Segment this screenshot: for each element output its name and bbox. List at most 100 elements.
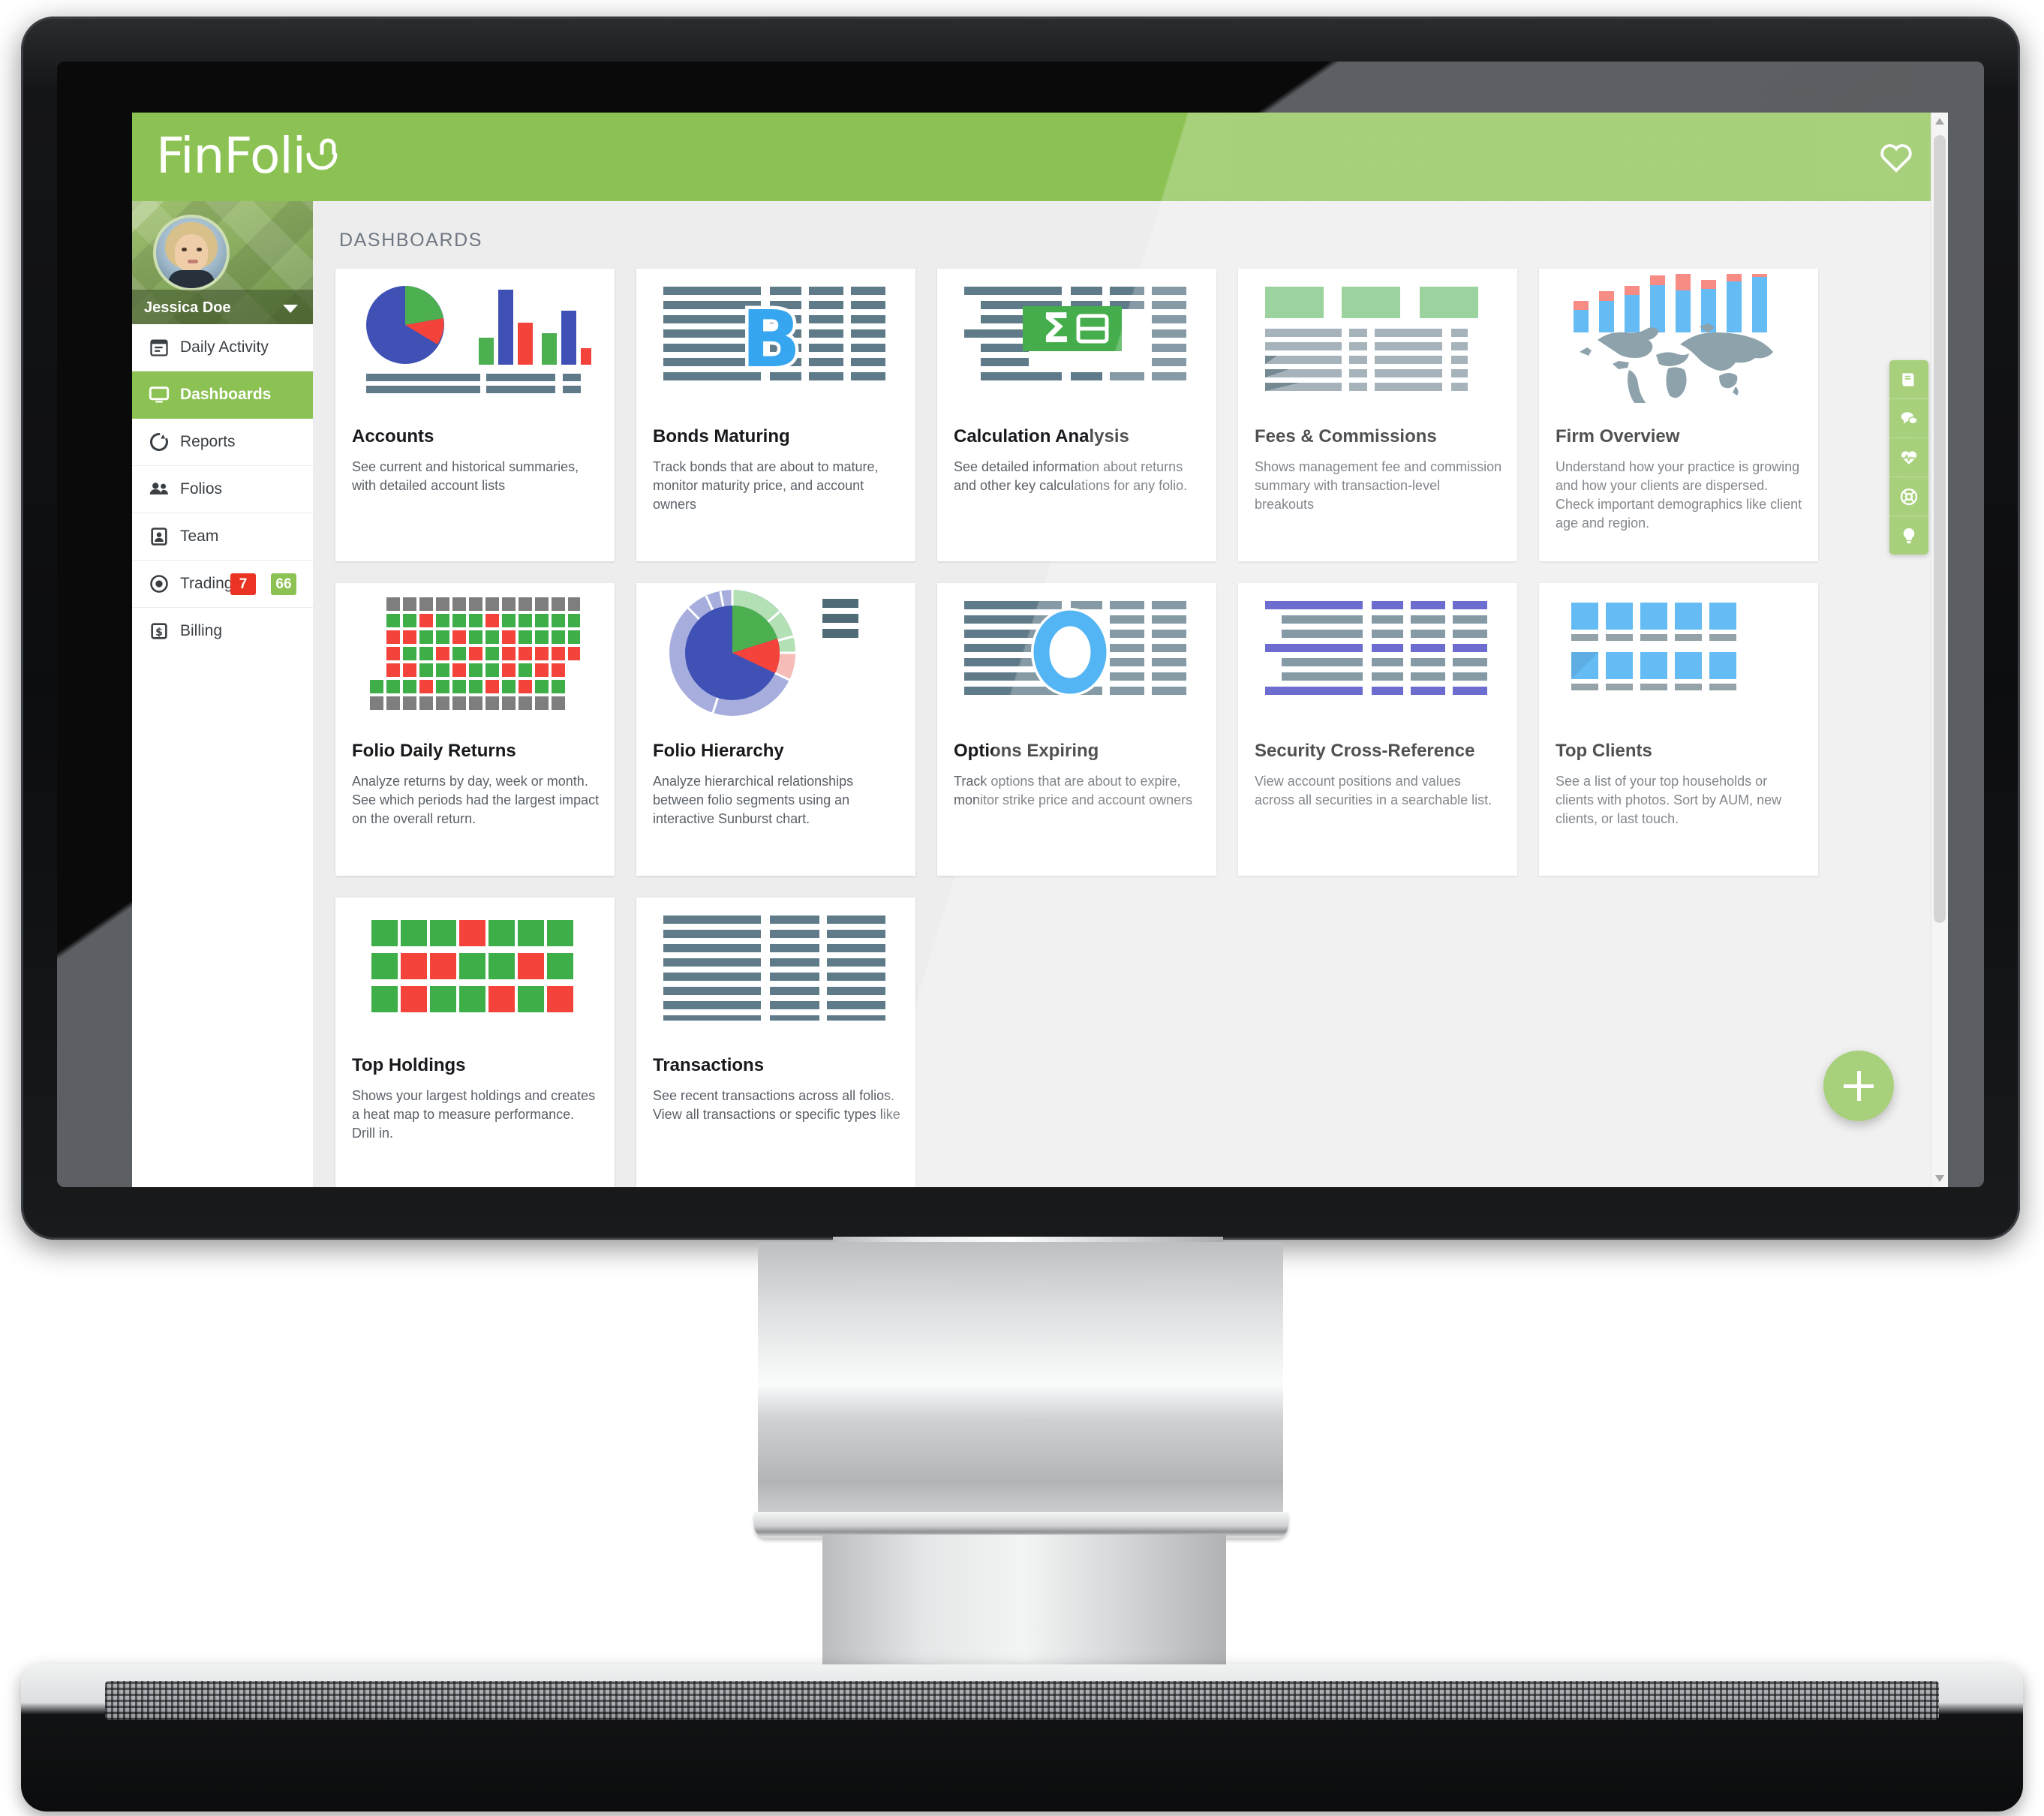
book-icon[interactable] xyxy=(1889,360,1928,399)
sidebar-item-daily-activity[interactable]: Daily Activity xyxy=(132,324,313,371)
dashboard-card-top-holdings[interactable]: Top Holdings Shows your largest holdings… xyxy=(335,897,615,1187)
dashboard-card-folio-daily-returns[interactable]: Folio Daily Returns Analyze returns by d… xyxy=(335,583,615,876)
sidebar-item-dashboards[interactable]: Dashboards xyxy=(132,371,313,419)
scroll-up-arrow-icon[interactable] xyxy=(1935,118,1944,125)
heart-icon[interactable] xyxy=(1879,141,1913,173)
card-art-green-blocks-table xyxy=(1238,269,1517,408)
card-art-table-letter-o xyxy=(937,583,1216,723)
card-title: Top Holdings xyxy=(352,1055,466,1075)
sidebar-item-label: Billing xyxy=(180,622,223,639)
dashboard-card-firm-overview[interactable]: Firm Overview Understand how your practi… xyxy=(1539,269,1818,561)
chevron-down-icon[interactable] xyxy=(283,305,298,313)
bar-chart xyxy=(479,290,591,365)
profile-panel[interactable]: Jessica Doe xyxy=(132,201,313,324)
card-title: Folio Daily Returns xyxy=(352,741,516,761)
sidebar-item-trading[interactable]: Trading 7 66 xyxy=(132,561,313,608)
world-map xyxy=(1580,323,1773,403)
legend-bars xyxy=(822,599,858,638)
profile-name: Jessica Doe xyxy=(144,299,231,316)
card-description: Track options that are about to expire, … xyxy=(954,774,1193,807)
donut-chart-icon xyxy=(149,431,180,453)
heartbeat-icon[interactable] xyxy=(1889,438,1928,477)
card-title: Options Expiring xyxy=(954,741,1099,761)
card-title: Security Cross-Reference xyxy=(1255,741,1475,761)
monitor-frame: FinFoli Jessica Doe Daily Activity Dashb… xyxy=(21,17,2020,1240)
sidebar-item-folios[interactable]: Folios xyxy=(132,466,313,513)
vertical-scrollbar[interactable] xyxy=(1931,113,1948,1187)
card-title: Transactions xyxy=(653,1055,765,1075)
card-description: Analyze hierarchical relationships betwe… xyxy=(653,774,854,826)
status-badge-trades[interactable]: 66 xyxy=(271,573,296,595)
sunburst-chart xyxy=(669,590,796,716)
brand-lock-o-icon xyxy=(305,131,338,182)
card-art-holdings-grid xyxy=(335,897,615,1037)
brand-name-text: FinFoli xyxy=(156,127,306,185)
summary-blocks xyxy=(1265,287,1478,318)
dashboard-card-grid: Accounts See current and historical summ… xyxy=(335,269,1866,1187)
card-description: See recent transactions across all folio… xyxy=(653,1088,900,1122)
card-description: View account positions and values across… xyxy=(1255,774,1492,807)
card-title: Fees & Commissions xyxy=(1255,426,1437,446)
monitor-stand-body xyxy=(758,1242,1283,1527)
svg-text:B: B xyxy=(741,293,801,385)
card-description: Analyze returns by day, week or month. S… xyxy=(352,774,600,826)
card-description: Shows management fee and commission summ… xyxy=(1255,459,1502,512)
scroll-down-arrow-icon[interactable] xyxy=(1935,1175,1944,1182)
card-art-bars-and-worldmap xyxy=(1539,269,1818,408)
dashboard-card-calculation-analysis[interactable]: Σ Calculation Analysis See detailed info… xyxy=(937,269,1216,561)
monitor-stand-foot xyxy=(822,1535,1226,1673)
card-art-plain-table xyxy=(636,897,915,1037)
scrollbar-thumb[interactable] xyxy=(1934,135,1946,923)
card-title: Accounts xyxy=(352,426,434,446)
dashboard-card-bonds-maturing[interactable]: B Bonds Maturing Track bonds that are ab… xyxy=(636,269,915,561)
add-dashboard-button[interactable] xyxy=(1823,1051,1894,1121)
profile-name-bar[interactable]: Jessica Doe xyxy=(132,290,313,324)
brand-logo[interactable]: FinFoli xyxy=(156,131,338,182)
target-icon xyxy=(149,573,180,595)
sidebar-item-label: Dashboards xyxy=(180,386,272,403)
dashboard-card-security-cross-reference[interactable]: Security Cross-Reference View account po… xyxy=(1238,583,1517,876)
sidebar-item-label: Trading xyxy=(180,575,233,592)
screen: FinFoli Jessica Doe Daily Activity Dashb… xyxy=(132,113,1948,1187)
card-art-table-letter-b: B xyxy=(636,269,915,408)
card-art-pie-and-bars xyxy=(335,269,615,408)
dollar-box-icon: $ xyxy=(149,620,180,642)
svg-text:$: $ xyxy=(155,627,163,639)
card-description: Shows your largest holdings and creates … xyxy=(352,1088,596,1141)
dashboard-card-folio-hierarchy[interactable]: Folio Hierarchy Analyze hierarchical rel… xyxy=(636,583,915,876)
card-title: Calculation Analysis xyxy=(954,426,1129,446)
stacked-bar-chart xyxy=(1574,274,1767,332)
monitor-icon xyxy=(149,383,180,406)
sidebar-item-label: Reports xyxy=(180,433,236,450)
lightbulb-icon[interactable] xyxy=(1889,516,1928,555)
status-badge-alerts[interactable]: 7 xyxy=(230,573,256,595)
sidebar-item-reports[interactable]: Reports xyxy=(132,419,313,466)
card-description: Track bonds that are about to mature, mo… xyxy=(653,459,879,512)
calendar-icon xyxy=(149,336,180,359)
card-title: Bonds Maturing xyxy=(653,426,790,446)
dashboard-card-transactions[interactable]: Transactions See recent transactions acr… xyxy=(636,897,915,1187)
sidebar-item-billing[interactable]: $ Billing xyxy=(132,608,313,654)
card-description: See a list of your top households or cli… xyxy=(1556,774,1782,826)
card-description: See current and historical summaries, wi… xyxy=(352,459,579,493)
table-lines xyxy=(366,374,581,393)
sidebar-item-label: Team xyxy=(180,528,219,545)
sidebar-item-label: Folios xyxy=(180,480,223,498)
lifebuoy-icon[interactable] xyxy=(1889,477,1928,516)
avatar[interactable] xyxy=(153,215,230,291)
svg-text:Σ: Σ xyxy=(1042,305,1070,352)
card-art-sunburst xyxy=(636,583,915,723)
sidebar-item-team[interactable]: Team xyxy=(132,513,313,561)
chat-icon[interactable] xyxy=(1889,399,1928,438)
contact-card-icon xyxy=(149,525,180,548)
heatmap-cells xyxy=(370,597,580,710)
keyboard-grill xyxy=(105,1681,1939,1720)
dashboard-card-fees-commissions[interactable]: Fees & Commissions Shows management fee … xyxy=(1238,269,1517,561)
dashboard-card-top-clients[interactable]: Top Clients See a list of your top house… xyxy=(1539,583,1818,876)
dashboard-card-options-expiring[interactable]: Options Expiring Track options that are … xyxy=(937,583,1216,876)
table-lines xyxy=(1265,329,1468,391)
page-title: DASHBOARDS xyxy=(339,230,483,251)
dashboard-card-accounts[interactable]: Accounts See current and historical summ… xyxy=(335,269,615,561)
card-title: Firm Overview xyxy=(1556,426,1680,446)
card-art-heatmap-grid xyxy=(335,583,615,723)
